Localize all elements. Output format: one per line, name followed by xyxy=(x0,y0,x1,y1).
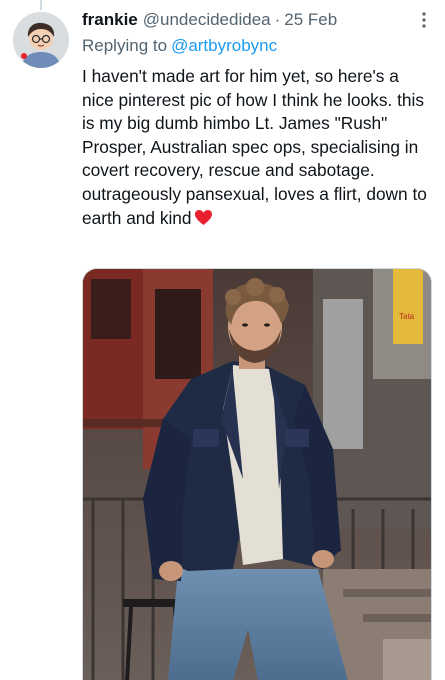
replying-to-link[interactable]: @artbyrobync xyxy=(171,36,277,55)
thread-connector-line xyxy=(40,0,42,10)
tweet-content: frankie @undecidedidea · 25 Feb Replying… xyxy=(82,8,434,230)
tweet-date[interactable]: 25 Feb xyxy=(284,10,337,30)
separator-dot: · xyxy=(274,10,281,29)
store-sign-text: Tata xyxy=(399,312,415,321)
tweet-text: I haven't made art for him yet, so here'… xyxy=(82,66,427,228)
tweet-media-photo[interactable]: Tata xyxy=(82,268,432,680)
avatar[interactable] xyxy=(13,12,69,68)
replying-to-label: Replying to xyxy=(82,36,168,55)
photo-man-in-denim-jacket: Tata xyxy=(83,269,431,680)
avatar-illustration-icon xyxy=(13,12,69,68)
tweet-text-container: I haven't made art for him yet, so here'… xyxy=(82,65,434,230)
red-heart-icon xyxy=(194,209,212,225)
tweet-header: frankie @undecidedidea · 25 Feb xyxy=(82,8,434,32)
display-name[interactable]: frankie xyxy=(82,10,138,30)
replying-to-line: Replying to @artbyrobync xyxy=(82,34,434,58)
more-options-button[interactable] xyxy=(414,10,434,30)
more-vertical-icon xyxy=(422,12,426,28)
user-handle[interactable]: @undecidedidea xyxy=(143,10,271,30)
